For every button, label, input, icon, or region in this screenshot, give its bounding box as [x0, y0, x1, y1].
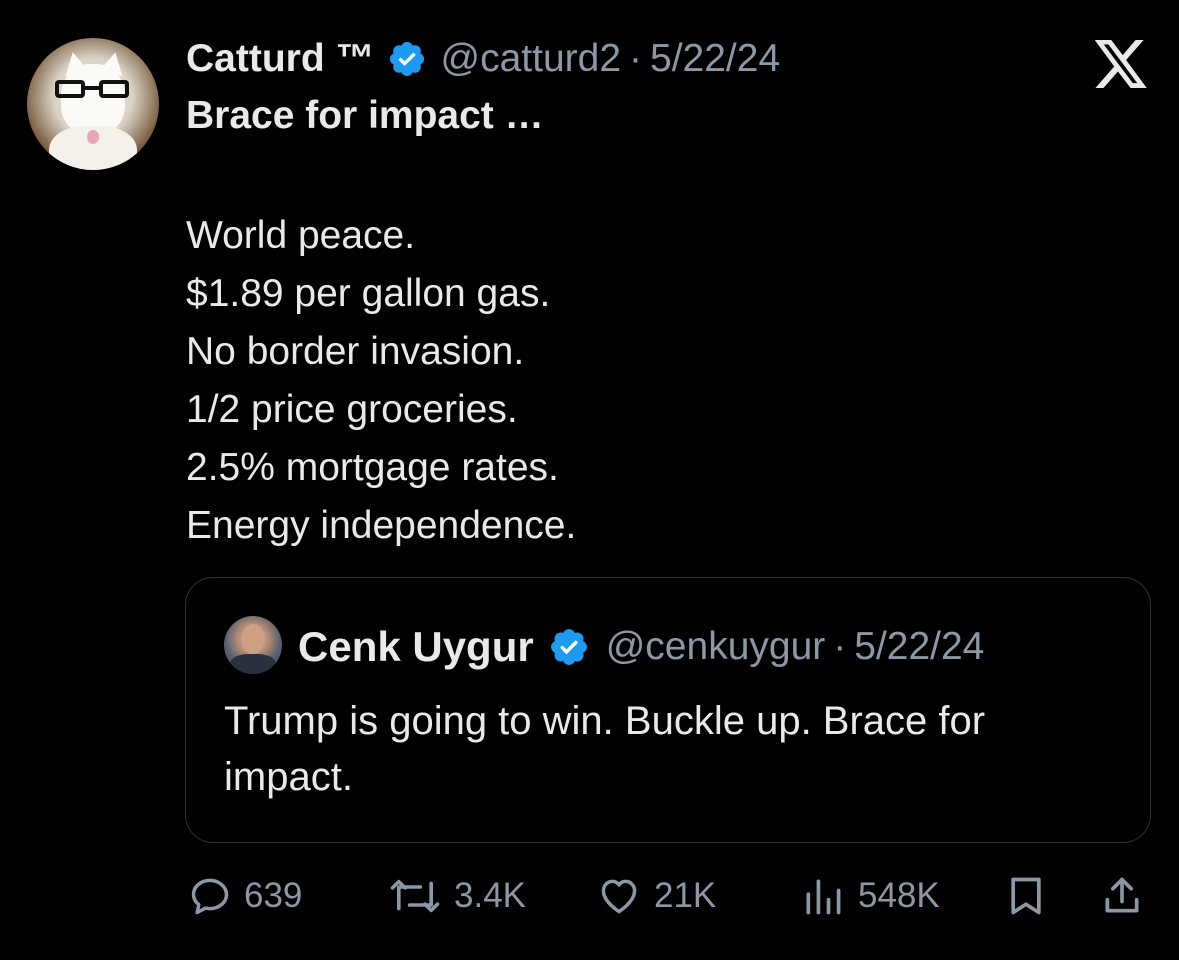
avatar-glasses [55, 80, 131, 100]
bookmark-icon [1004, 874, 1048, 918]
tweet-line: 2.5% mortgage rates. [186, 446, 559, 489]
tweet-line: $1.89 per gallon gas. [186, 272, 551, 315]
repost-button[interactable]: 3.4K [388, 866, 526, 926]
quoted-author-avatar[interactable] [224, 616, 282, 674]
author-handle[interactable]: @catturd2 [441, 37, 622, 81]
separator-dot: · [833, 625, 847, 668]
tweet-line: Energy independence. [186, 504, 577, 547]
tweet-headline: Brace for impact … [186, 94, 544, 137]
bookmark-button[interactable] [1004, 866, 1048, 926]
reply-button[interactable]: 639 [188, 866, 302, 926]
views-button[interactable]: 548K [800, 866, 940, 926]
share-icon [1100, 874, 1144, 918]
repost-count: 3.4K [454, 876, 526, 915]
like-button[interactable]: 21K [596, 866, 716, 926]
author-name[interactable]: Catturd ™ [186, 37, 375, 81]
tweet-body: World peace. $1.89 per gallon gas. No bo… [186, 207, 576, 555]
author-avatar[interactable] [27, 38, 159, 170]
repost-icon [388, 874, 442, 918]
view-count: 548K [858, 876, 940, 915]
verified-badge-icon [387, 39, 427, 79]
quoted-author-name[interactable]: Cenk Uygur [298, 623, 534, 671]
separator-dot: · [629, 37, 643, 80]
reply-icon [188, 874, 232, 918]
share-button[interactable] [1100, 866, 1144, 926]
quoted-tweet-header: Cenk Uygur @cenkuygur · 5/22/24 [298, 620, 984, 674]
reply-count: 639 [244, 876, 303, 915]
quoted-author-handle[interactable]: @cenkuygur [606, 625, 826, 669]
tweet-date[interactable]: 5/22/24 [650, 37, 780, 81]
views-chart-icon [800, 874, 846, 918]
like-count: 21K [654, 876, 717, 915]
quoted-tweet-date[interactable]: 5/22/24 [854, 625, 984, 669]
tweet-header: Catturd ™ @catturd2 · 5/22/24 [186, 34, 780, 84]
heart-icon [596, 874, 642, 918]
verified-badge-icon [548, 626, 590, 668]
tweet-line: World peace. [186, 214, 416, 257]
quoted-tweet-text: Trump is going to win. Buckle up. Brace … [224, 699, 986, 799]
x-logo-icon [1094, 40, 1149, 88]
tweet-line: 1/2 price groceries. [186, 388, 518, 431]
avatar-collar-tag [87, 130, 99, 144]
tweet-line: No border invasion. [186, 330, 525, 373]
quoted-tweet-card[interactable]: Cenk Uygur @cenkuygur · 5/22/24 Trump is… [185, 577, 1151, 843]
action-bar: 639 3.4K 21K 548K [0, 866, 1179, 926]
